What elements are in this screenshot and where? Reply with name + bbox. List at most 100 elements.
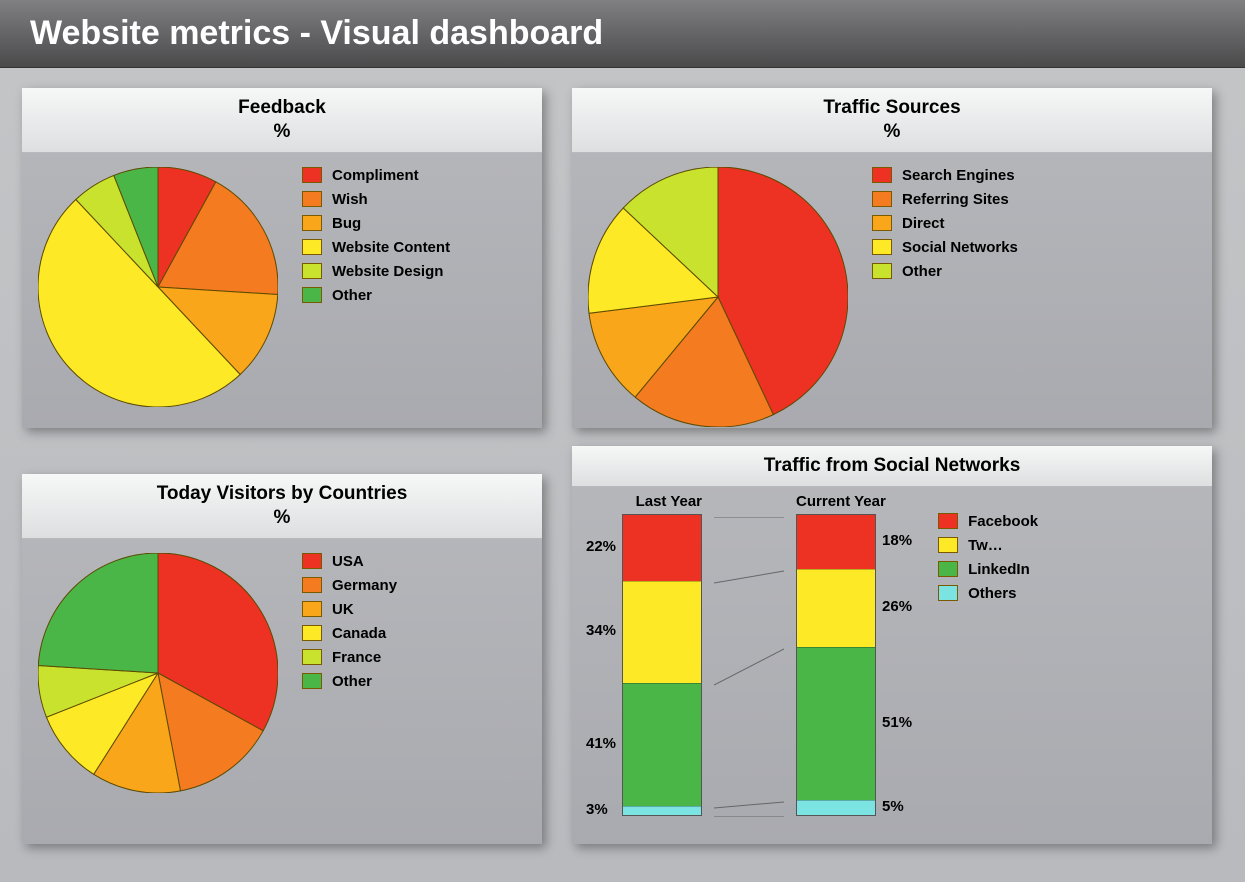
- legend-label: Search Engines: [902, 167, 1015, 184]
- card-visitors: Today Visitors by Countries % USA Germany…: [22, 474, 542, 844]
- legend-item: Other: [302, 287, 526, 304]
- bar-value-label: 51%: [882, 646, 912, 799]
- stacked-bar-current-year: [796, 514, 876, 816]
- legend-social: Facebook Tw… LinkedIn Others: [938, 513, 1198, 609]
- bar-col-title-left: Last Year: [636, 493, 702, 510]
- pie-visitors: [38, 553, 278, 793]
- card-subtitle: %: [274, 507, 291, 528]
- bar-segment: [623, 515, 701, 581]
- legend-swatch: [302, 553, 322, 569]
- legend-label: Website Design: [332, 263, 443, 280]
- legend-item: Other: [302, 673, 526, 690]
- legend-swatch: [938, 585, 958, 601]
- stacked-bar-last-year: [622, 514, 702, 816]
- bar-col-title-right: Current Year: [796, 493, 886, 510]
- card-header-visitors: Today Visitors by Countries %: [22, 474, 542, 539]
- pie-feedback: [38, 167, 278, 407]
- legend-label: LinkedIn: [968, 561, 1030, 578]
- legend-item: Other: [872, 263, 1196, 280]
- legend-label: France: [332, 649, 381, 666]
- legend-swatch: [872, 191, 892, 207]
- legend-swatch: [302, 601, 322, 617]
- legend-swatch: [302, 577, 322, 593]
- bar-segment: [797, 647, 875, 800]
- legend-item: Others: [938, 585, 1198, 602]
- legend-swatch: [872, 215, 892, 231]
- bar-segment: [797, 569, 875, 647]
- bar-segment: [623, 806, 701, 815]
- legend-label: Bug: [332, 215, 361, 232]
- legend-swatch: [302, 167, 322, 183]
- bar-connectors: [714, 517, 784, 817]
- legend-item: Tw…: [938, 537, 1198, 554]
- bar-labels-left: 22%34%41%3%: [586, 514, 622, 814]
- legend-label: Direct: [902, 215, 945, 232]
- card-subtitle: %: [274, 121, 291, 142]
- bar-segment: [623, 683, 701, 806]
- bar-segment: [797, 800, 875, 815]
- legend-label: Referring Sites: [902, 191, 1009, 208]
- bar-value-label: 34%: [586, 580, 616, 682]
- legend-swatch: [938, 561, 958, 577]
- bar-labels-right: 18%26%51%5%: [876, 514, 912, 814]
- legend-item: Compliment: [302, 167, 526, 184]
- legend-item: Germany: [302, 577, 526, 594]
- legend-item: Canada: [302, 625, 526, 642]
- legend-item: USA: [302, 553, 526, 570]
- legend-label: Social Networks: [902, 239, 1018, 256]
- legend-label: UK: [332, 601, 354, 618]
- legend-item: France: [302, 649, 526, 666]
- legend-item: Website Design: [302, 263, 526, 280]
- card-title: Traffic from Social Networks: [764, 455, 1021, 476]
- bar-segment: [797, 515, 875, 569]
- legend-label: Tw…: [968, 537, 1003, 554]
- legend-item: Bug: [302, 215, 526, 232]
- legend-label: Wish: [332, 191, 368, 208]
- legend-label: Others: [968, 585, 1016, 602]
- bar-value-label: 26%: [882, 568, 912, 646]
- card-header-traffic: Traffic Sources %: [572, 88, 1212, 153]
- legend-feedback: Compliment Wish Bug Website Content Website …: [302, 167, 526, 311]
- card-subtitle: %: [884, 121, 901, 142]
- bar-value-label: 3%: [586, 805, 616, 814]
- pie-slice: [38, 553, 158, 673]
- card-title: Today Visitors by Countries: [157, 483, 408, 504]
- legend-label: Other: [332, 287, 372, 304]
- legend-swatch: [872, 263, 892, 279]
- legend-item: LinkedIn: [938, 561, 1198, 578]
- legend-swatch: [938, 537, 958, 553]
- legend-item: Social Networks: [872, 239, 1196, 256]
- bar-value-label: 5%: [882, 799, 912, 814]
- legend-swatch: [938, 513, 958, 529]
- card-header-feedback: Feedback %: [22, 88, 542, 153]
- legend-label: USA: [332, 553, 364, 570]
- legend-item: Referring Sites: [872, 191, 1196, 208]
- legend-swatch: [302, 215, 322, 231]
- card-header-social: Traffic from Social Networks: [572, 446, 1212, 487]
- legend-item: Website Content: [302, 239, 526, 256]
- legend-label: Facebook: [968, 513, 1038, 530]
- card-title: Traffic Sources: [823, 97, 960, 118]
- legend-swatch: [302, 263, 322, 279]
- legend-swatch: [302, 287, 322, 303]
- legend-swatch: [302, 673, 322, 689]
- legend-swatch: [302, 239, 322, 255]
- legend-item: Wish: [302, 191, 526, 208]
- legend-label: Compliment: [332, 167, 419, 184]
- legend-swatch: [872, 167, 892, 183]
- legend-swatch: [872, 239, 892, 255]
- legend-label: Website Content: [332, 239, 450, 256]
- legend-visitors: USA Germany UK Canada France Other: [302, 553, 526, 697]
- bar-value-label: 22%: [586, 514, 616, 580]
- legend-traffic: Search Engines Referring Sites Direct Socia…: [872, 167, 1196, 287]
- legend-label: Other: [332, 673, 372, 690]
- legend-label: Canada: [332, 625, 386, 642]
- legend-item: Search Engines: [872, 167, 1196, 184]
- card-feedback: Feedback % Compliment Wish Bug Website Cont…: [22, 88, 542, 428]
- card-traffic: Traffic Sources % Search Engines Referrin…: [572, 88, 1212, 428]
- legend-swatch: [302, 625, 322, 641]
- legend-swatch: [302, 649, 322, 665]
- legend-label: Germany: [332, 577, 397, 594]
- legend-label: Other: [902, 263, 942, 280]
- legend-item: Direct: [872, 215, 1196, 232]
